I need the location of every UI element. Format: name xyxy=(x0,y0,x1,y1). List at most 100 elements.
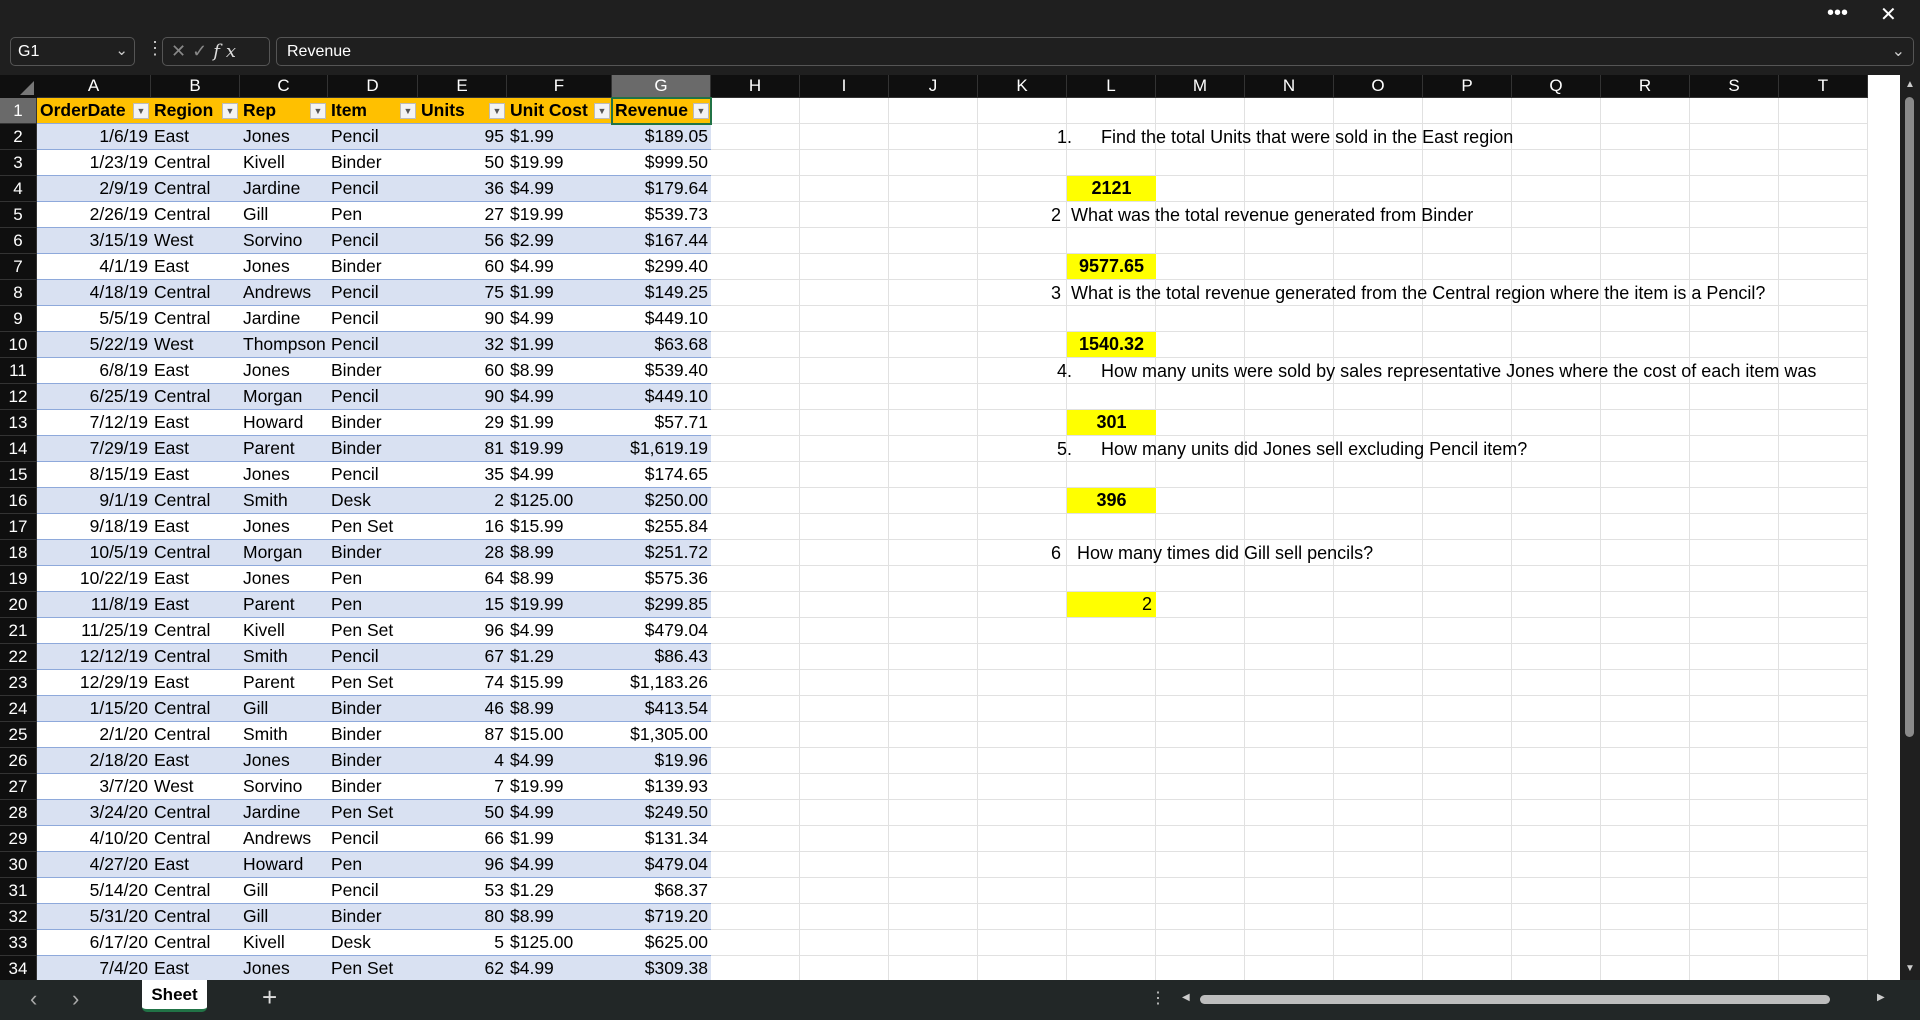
cell[interactable] xyxy=(711,930,800,956)
cell[interactable] xyxy=(800,644,889,670)
cell[interactable] xyxy=(1334,670,1423,696)
cell[interactable] xyxy=(1690,514,1779,540)
table-cell[interactable]: Jones xyxy=(240,956,328,980)
answer-cell[interactable]: 9577.65 xyxy=(1067,254,1156,279)
table-cell[interactable]: 90 xyxy=(418,384,507,410)
cell[interactable] xyxy=(978,826,1067,852)
cell[interactable] xyxy=(711,176,800,202)
cell[interactable] xyxy=(978,358,1067,384)
table-cell[interactable]: Central xyxy=(151,930,240,956)
table-cell[interactable]: Gill xyxy=(240,696,328,722)
table-cell[interactable]: $719.20 xyxy=(612,904,711,930)
cell[interactable] xyxy=(1423,748,1512,774)
cell[interactable] xyxy=(1779,592,1868,618)
cell[interactable] xyxy=(800,488,889,514)
cell[interactable] xyxy=(1156,462,1245,488)
cell[interactable] xyxy=(1423,98,1512,124)
cell[interactable] xyxy=(1067,800,1156,826)
cell[interactable] xyxy=(1601,410,1690,436)
cell[interactable] xyxy=(1334,852,1423,878)
enter-icon[interactable]: ✓ xyxy=(192,41,213,61)
cell[interactable] xyxy=(1067,670,1156,696)
cell[interactable] xyxy=(1423,644,1512,670)
cell[interactable] xyxy=(1156,722,1245,748)
table-cell[interactable]: $149.25 xyxy=(612,280,711,306)
table-cell[interactable]: 4/18/19 xyxy=(37,280,151,306)
cell[interactable] xyxy=(711,566,800,592)
cell[interactable] xyxy=(1334,774,1423,800)
cell[interactable] xyxy=(1156,98,1245,124)
cell[interactable] xyxy=(1334,904,1423,930)
column-header-r[interactable]: R xyxy=(1601,75,1690,98)
table-cell[interactable]: $1.99 xyxy=(507,410,612,436)
table-cell[interactable]: $309.38 xyxy=(612,956,711,980)
cell[interactable] xyxy=(889,98,978,124)
cell[interactable] xyxy=(800,228,889,254)
cell[interactable] xyxy=(1690,384,1779,410)
cell[interactable] xyxy=(1423,306,1512,332)
table-cell[interactable]: Binder xyxy=(328,774,418,800)
cell[interactable] xyxy=(889,722,978,748)
cell[interactable] xyxy=(1423,488,1512,514)
table-cell[interactable]: 50 xyxy=(418,150,507,176)
table-cell[interactable]: Desk xyxy=(328,930,418,956)
cell[interactable] xyxy=(1245,644,1334,670)
table-cell[interactable]: 2 xyxy=(418,488,507,514)
cell[interactable] xyxy=(1245,852,1334,878)
cell[interactable] xyxy=(1512,124,1601,150)
table-cell[interactable]: 6/25/19 xyxy=(37,384,151,410)
filter-dropdown-icon[interactable]: ▼ xyxy=(594,103,610,119)
cell[interactable] xyxy=(1156,514,1245,540)
table-cell[interactable]: Pencil xyxy=(328,124,418,150)
table-cell[interactable]: Central xyxy=(151,904,240,930)
table-header-cell[interactable]: Unit Cost ▼ xyxy=(507,98,612,124)
cell[interactable] xyxy=(1601,618,1690,644)
table-cell[interactable]: 56 xyxy=(418,228,507,254)
cell[interactable] xyxy=(1156,696,1245,722)
row-header-26[interactable]: 26 xyxy=(0,748,37,774)
cell[interactable] xyxy=(800,722,889,748)
cell[interactable] xyxy=(978,852,1067,878)
table-cell[interactable]: 36 xyxy=(418,176,507,202)
table-cell[interactable]: Andrews xyxy=(240,280,328,306)
table-cell[interactable]: Jones xyxy=(240,566,328,592)
table-cell[interactable]: Central xyxy=(151,618,240,644)
cell[interactable] xyxy=(1245,306,1334,332)
cell[interactable] xyxy=(1690,618,1779,644)
cell[interactable] xyxy=(1690,462,1779,488)
cell[interactable] xyxy=(1601,774,1690,800)
table-cell[interactable]: 2/18/20 xyxy=(37,748,151,774)
table-cell[interactable]: $1.29 xyxy=(507,644,612,670)
table-cell[interactable]: East xyxy=(151,566,240,592)
cell[interactable] xyxy=(1601,878,1690,904)
cell[interactable] xyxy=(800,826,889,852)
cell[interactable] xyxy=(800,280,889,306)
row-header-20[interactable]: 20 xyxy=(0,592,37,618)
cell[interactable] xyxy=(800,878,889,904)
column-header-t[interactable]: T xyxy=(1779,75,1868,98)
table-cell[interactable]: Central xyxy=(151,878,240,904)
cell[interactable] xyxy=(711,904,800,930)
cell[interactable] xyxy=(1423,228,1512,254)
cell[interactable] xyxy=(1601,332,1690,358)
table-cell[interactable]: $68.37 xyxy=(612,878,711,904)
cell[interactable] xyxy=(978,774,1067,800)
cell[interactable] xyxy=(711,540,800,566)
table-cell[interactable]: $63.68 xyxy=(612,332,711,358)
cell[interactable] xyxy=(1423,514,1512,540)
cell[interactable] xyxy=(978,176,1067,202)
table-cell[interactable]: Jones xyxy=(240,358,328,384)
table-cell[interactable]: $19.96 xyxy=(612,748,711,774)
cell[interactable] xyxy=(1245,696,1334,722)
cell[interactable] xyxy=(889,488,978,514)
cell[interactable] xyxy=(1779,254,1868,280)
table-cell[interactable]: Pen xyxy=(328,852,418,878)
table-cell[interactable]: $1.99 xyxy=(507,124,612,150)
table-cell[interactable]: East xyxy=(151,670,240,696)
table-cell[interactable]: Howard xyxy=(240,410,328,436)
cell[interactable] xyxy=(1512,150,1601,176)
cell[interactable] xyxy=(889,384,978,410)
cell[interactable] xyxy=(1512,644,1601,670)
table-cell[interactable]: Jones xyxy=(240,254,328,280)
row-header-17[interactable]: 17 xyxy=(0,514,37,540)
